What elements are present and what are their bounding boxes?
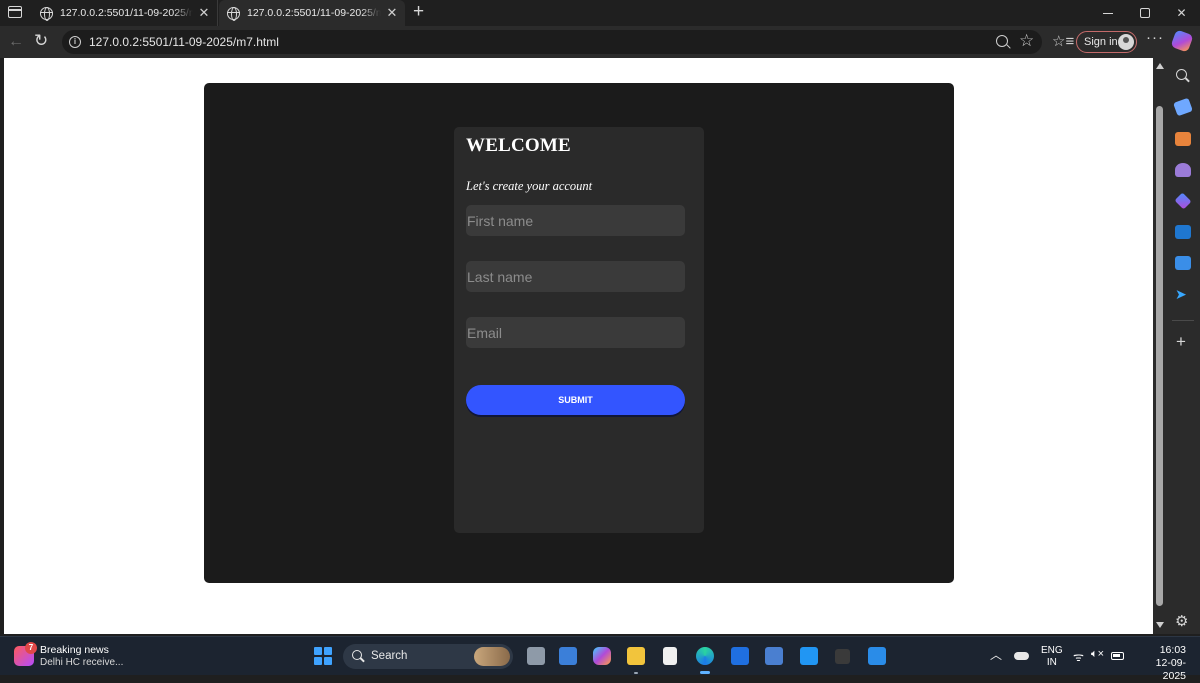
news-subtitle[interactable]: Delhi HC receive... bbox=[40, 657, 123, 668]
store-icon[interactable] bbox=[559, 647, 577, 665]
battery-icon[interactable] bbox=[1111, 652, 1124, 660]
tools-icon[interactable] bbox=[1175, 132, 1191, 146]
more-icon[interactable]: ··· bbox=[1146, 29, 1164, 46]
tab-m6[interactable]: 127.0.0.2:5501/11-09-2025/m6.html ✕ bbox=[32, 0, 218, 26]
region-code: IN bbox=[1046, 657, 1057, 668]
favorites-icon[interactable]: ☆≡ bbox=[1052, 32, 1074, 50]
url-text: 127.0.0.2:5501/11-09-2025/m7.html bbox=[89, 35, 279, 49]
address-bar[interactable]: i 127.0.0.2:5501/11-09-2025/m7.html ☆ bbox=[62, 30, 1042, 54]
signup-card: WELCOME Let's create your account SUBMIT bbox=[454, 127, 704, 533]
browser-toolbar: ← ↻ i 127.0.0.2:5501/11-09-2025/m7.html … bbox=[0, 26, 1200, 58]
close-window-button[interactable]: ✕ bbox=[1163, 0, 1200, 26]
reload-button[interactable]: ↻ bbox=[34, 31, 48, 51]
language-code: ENG bbox=[1041, 645, 1063, 656]
taskbar-search-label: Search bbox=[371, 650, 408, 662]
new-tab-button[interactable]: + bbox=[413, 2, 424, 22]
clock[interactable]: 16:03 12-09-2025 bbox=[1134, 644, 1186, 683]
submit-button[interactable]: SUBMIT bbox=[466, 385, 685, 415]
clock-date: 12-09-2025 bbox=[1155, 657, 1186, 682]
running-indicator bbox=[634, 672, 638, 674]
page-viewport: WELCOME Let's create your account SUBMIT bbox=[4, 58, 1153, 634]
is-app-icon[interactable] bbox=[800, 647, 818, 665]
active-app-indicator bbox=[700, 671, 710, 674]
start-button[interactable] bbox=[314, 647, 332, 665]
vscode-icon[interactable] bbox=[868, 647, 886, 665]
chevron-up-icon[interactable]: ︿ bbox=[990, 646, 1002, 663]
sidebar-divider bbox=[1172, 320, 1194, 321]
sign-in-label: Sign in bbox=[1084, 36, 1118, 48]
volume-muted-icon[interactable]: 🔈︎× bbox=[1091, 648, 1104, 661]
email-input[interactable] bbox=[466, 317, 685, 348]
globe-icon bbox=[227, 6, 240, 21]
add-icon[interactable]: + bbox=[1176, 333, 1186, 350]
taskbar-search[interactable]: Search bbox=[343, 644, 513, 669]
restore-button[interactable] bbox=[1126, 0, 1163, 26]
tab-strip: 127.0.0.2:5501/11-09-2025/m6.html ✕ 127.… bbox=[0, 0, 1200, 26]
scroll-up-arrow-icon[interactable] bbox=[1156, 63, 1164, 69]
zoom-icon[interactable] bbox=[996, 35, 1008, 47]
games-icon[interactable] bbox=[1175, 163, 1191, 177]
notepad-icon[interactable] bbox=[663, 647, 677, 665]
cloud-icon[interactable] bbox=[1014, 652, 1029, 660]
search-highlight-image bbox=[474, 647, 510, 666]
java-app-icon[interactable] bbox=[835, 649, 850, 664]
search-icon bbox=[352, 650, 362, 660]
page-title: WELCOME bbox=[466, 135, 571, 156]
news-badge: 7 bbox=[25, 642, 37, 654]
tab-title: 127.0.0.2:5501/11-09-2025/m6.html bbox=[60, 7, 193, 19]
outlook-icon[interactable] bbox=[1175, 225, 1191, 239]
language-indicator[interactable]: ENG IN bbox=[1041, 645, 1063, 669]
wifi-icon[interactable]: ᯤ bbox=[1073, 648, 1084, 665]
first-name-input[interactable] bbox=[466, 205, 685, 236]
page-scrollbar[interactable] bbox=[1153, 58, 1166, 634]
back-button[interactable]: ← bbox=[8, 33, 24, 51]
scroll-down-arrow-icon[interactable] bbox=[1156, 622, 1164, 628]
tab-title: 127.0.0.2:5501/11-09-2025/m7.html bbox=[247, 7, 381, 19]
page-stage: WELCOME Let's create your account SUBMIT bbox=[204, 83, 954, 583]
file-explorer-icon[interactable] bbox=[627, 647, 645, 665]
windows-taskbar: 7 Breaking news Delhi HC receive... Sear… bbox=[0, 636, 1200, 682]
translator-icon[interactable] bbox=[765, 647, 783, 665]
scrollbar-thumb[interactable] bbox=[1156, 106, 1163, 606]
site-info-icon[interactable]: i bbox=[69, 36, 81, 48]
window-controls: ✕ bbox=[1089, 0, 1200, 26]
copilot-app-icon[interactable] bbox=[593, 647, 611, 665]
copilot-icon[interactable] bbox=[1170, 29, 1194, 53]
minimize-button[interactable] bbox=[1089, 0, 1126, 26]
sign-in-button[interactable]: Sign in bbox=[1076, 31, 1137, 53]
designer-icon[interactable] bbox=[1175, 256, 1191, 270]
close-icon[interactable]: ✕ bbox=[385, 5, 399, 21]
last-name-input[interactable] bbox=[466, 261, 685, 292]
edge-icon[interactable] bbox=[696, 647, 714, 665]
star-icon[interactable]: ☆ bbox=[1019, 31, 1034, 51]
avatar bbox=[1118, 34, 1134, 50]
tab-m7[interactable]: 127.0.0.2:5501/11-09-2025/m7.html ✕ bbox=[219, 0, 405, 26]
search-icon[interactable] bbox=[1176, 69, 1187, 80]
news-title[interactable]: Breaking news bbox=[40, 644, 109, 656]
task-view-icon[interactable] bbox=[527, 647, 545, 665]
tab-actions-icon[interactable] bbox=[8, 6, 22, 18]
gear-icon[interactable]: ⚙ bbox=[1175, 612, 1188, 630]
page-subtitle: Let's create your account bbox=[466, 179, 593, 193]
globe-icon bbox=[40, 6, 53, 21]
edge-sidebar: ➤ + ⚙ bbox=[1166, 58, 1200, 634]
close-icon[interactable]: ✕ bbox=[197, 5, 211, 21]
copilot-sidebar-icon[interactable] bbox=[1174, 192, 1192, 210]
shopping-tag-icon[interactable] bbox=[1173, 97, 1193, 117]
dev-tool-icon[interactable] bbox=[731, 647, 749, 665]
send-icon[interactable]: ➤ bbox=[1175, 287, 1191, 301]
clock-time: 16:03 bbox=[1159, 644, 1186, 656]
